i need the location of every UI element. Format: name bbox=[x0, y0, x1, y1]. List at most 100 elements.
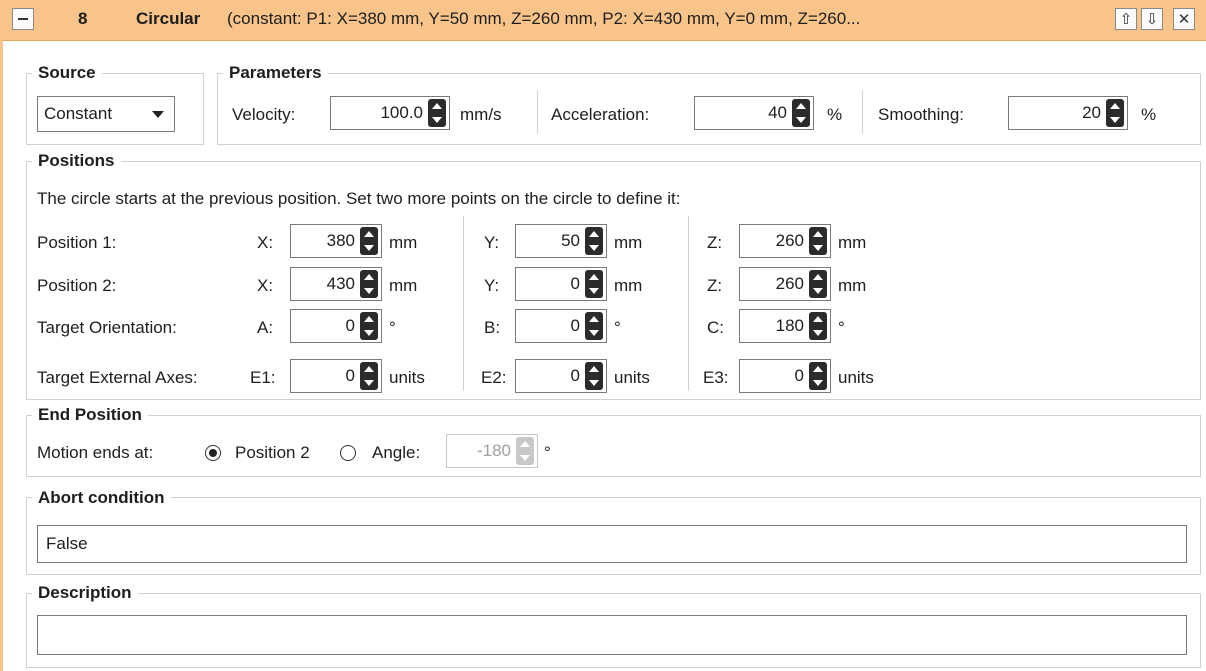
field-value: 0 bbox=[570, 316, 580, 335]
smoothing-label: Smoothing: bbox=[878, 105, 964, 124]
spin-arrows-icon[interactable] bbox=[806, 360, 830, 392]
abort-condition-input[interactable]: False bbox=[37, 525, 1187, 563]
positions-title: Positions bbox=[32, 151, 121, 171]
field-value: 0 bbox=[345, 316, 355, 335]
target-orientation-label: Target Orientation: bbox=[37, 318, 177, 337]
field-value: 260 bbox=[775, 274, 804, 293]
field-value: 430 bbox=[326, 274, 355, 293]
position-1-y-stepper[interactable]: 50 bbox=[515, 224, 607, 258]
command-header[interactable]: 8 Circular (constant: P1: X=380 mm, Y=50… bbox=[0, 0, 1206, 41]
abort-condition-title: Abort condition bbox=[32, 488, 171, 508]
field-value: 0 bbox=[570, 366, 580, 385]
angle-option-label[interactable]: Angle: bbox=[372, 442, 420, 464]
move-down-button[interactable]: ⇩ bbox=[1141, 8, 1163, 30]
unit-label: mm bbox=[614, 233, 643, 252]
panel-left-edge bbox=[0, 40, 3, 671]
spin-arrows-icon[interactable] bbox=[357, 310, 381, 342]
position-2-y-stepper[interactable]: 0 bbox=[515, 267, 607, 301]
motion-ends-label: Motion ends at: bbox=[37, 443, 154, 462]
description-title: Description bbox=[32, 583, 138, 603]
source-title: Source bbox=[32, 63, 102, 83]
axis-label: X: bbox=[257, 276, 274, 295]
orientation-a-stepper[interactable]: 0 bbox=[290, 309, 382, 343]
position-2-x-stepper[interactable]: 430 bbox=[290, 267, 382, 301]
field-value: 0 bbox=[570, 274, 580, 293]
acceleration-unit: % bbox=[827, 105, 843, 124]
velocity-value: 100.0 bbox=[380, 103, 423, 122]
spin-arrows-icon[interactable] bbox=[425, 97, 449, 129]
position-1-x-stepper[interactable]: 380 bbox=[290, 224, 382, 258]
velocity-unit: mm/s bbox=[460, 105, 502, 124]
move-up-button[interactable]: ⇧ bbox=[1115, 8, 1137, 30]
angle-unit: ° bbox=[544, 443, 551, 462]
chevron-down-icon bbox=[152, 111, 164, 118]
velocity-stepper[interactable]: 100.0 bbox=[330, 96, 450, 130]
axis-label: B: bbox=[484, 318, 501, 337]
spin-arrows-icon[interactable] bbox=[789, 97, 813, 129]
unit-label: units bbox=[614, 368, 650, 387]
axis-label: E2: bbox=[481, 368, 507, 387]
field-value: 380 bbox=[326, 231, 355, 250]
target-external-axes-label: Target External Axes: bbox=[37, 368, 198, 387]
close-icon: ✕ bbox=[1177, 10, 1191, 28]
spin-arrows-icon[interactable] bbox=[806, 268, 830, 300]
spin-arrows-icon[interactable] bbox=[357, 360, 381, 392]
spin-arrows-icon[interactable] bbox=[806, 310, 830, 342]
spin-arrows-icon[interactable] bbox=[582, 225, 606, 257]
source-value: Constant bbox=[44, 104, 113, 123]
unit-label: mm bbox=[389, 276, 418, 295]
spin-arrows-icon[interactable] bbox=[582, 310, 606, 342]
field-value: 260 bbox=[775, 231, 804, 250]
smoothing-stepper[interactable]: 20 bbox=[1008, 96, 1128, 130]
end-position-title: End Position bbox=[32, 405, 148, 425]
unit-label: ° bbox=[389, 318, 396, 337]
angle-radio[interactable] bbox=[340, 445, 356, 461]
velocity-label: Velocity: bbox=[232, 105, 296, 124]
collapse-button[interactable] bbox=[12, 8, 34, 30]
field-value: 50 bbox=[561, 231, 580, 250]
axis-label: Z: bbox=[707, 233, 723, 252]
external-axis-e3-stepper[interactable]: 0 bbox=[739, 359, 831, 393]
command-number: 8 bbox=[78, 9, 88, 28]
arrow-up-icon: ⇧ bbox=[1119, 10, 1133, 28]
axis-label: E3: bbox=[703, 368, 729, 387]
axis-label: A: bbox=[257, 318, 274, 337]
acceleration-value: 40 bbox=[768, 103, 787, 122]
angle-stepper[interactable]: -180 bbox=[446, 434, 538, 468]
axis-label: C: bbox=[707, 318, 724, 337]
spin-arrows-icon[interactable] bbox=[582, 268, 606, 300]
position-2-option-label[interactable]: Position 2 bbox=[235, 442, 310, 464]
position-2-label: Position 2: bbox=[37, 276, 117, 295]
divider bbox=[688, 216, 689, 391]
spin-arrows-icon[interactable] bbox=[1103, 97, 1127, 129]
unit-label: mm bbox=[838, 276, 867, 295]
field-value: 0 bbox=[345, 366, 355, 385]
position-1-z-stepper[interactable]: 260 bbox=[739, 224, 831, 258]
spin-arrows-icon[interactable] bbox=[513, 435, 537, 467]
divider bbox=[463, 216, 464, 391]
divider bbox=[862, 90, 863, 134]
unit-label: units bbox=[389, 368, 425, 387]
collapse-icon bbox=[18, 18, 28, 20]
source-dropdown[interactable]: Constant bbox=[37, 96, 175, 132]
spin-arrows-icon[interactable] bbox=[357, 225, 381, 257]
external-axis-e2-stepper[interactable]: 0 bbox=[515, 359, 607, 393]
spin-arrows-icon[interactable] bbox=[582, 360, 606, 392]
spin-arrows-icon[interactable] bbox=[806, 225, 830, 257]
unit-label: ° bbox=[838, 318, 845, 337]
remove-button[interactable]: ✕ bbox=[1173, 8, 1195, 30]
orientation-b-stepper[interactable]: 0 bbox=[515, 309, 607, 343]
unit-label: mm bbox=[389, 233, 418, 252]
divider bbox=[537, 90, 538, 134]
orientation-c-stepper[interactable]: 180 bbox=[739, 309, 831, 343]
command-summary: (constant: P1: X=380 mm, Y=50 mm, Z=260 … bbox=[227, 9, 861, 28]
spin-arrows-icon[interactable] bbox=[357, 268, 381, 300]
axis-label: X: bbox=[257, 233, 274, 252]
unit-label: mm bbox=[614, 276, 643, 295]
axis-label: E1: bbox=[250, 368, 276, 387]
position-2-radio[interactable] bbox=[205, 445, 221, 461]
position-2-z-stepper[interactable]: 260 bbox=[739, 267, 831, 301]
description-input[interactable] bbox=[37, 615, 1187, 655]
acceleration-stepper[interactable]: 40 bbox=[694, 96, 814, 130]
external-axis-e1-stepper[interactable]: 0 bbox=[290, 359, 382, 393]
